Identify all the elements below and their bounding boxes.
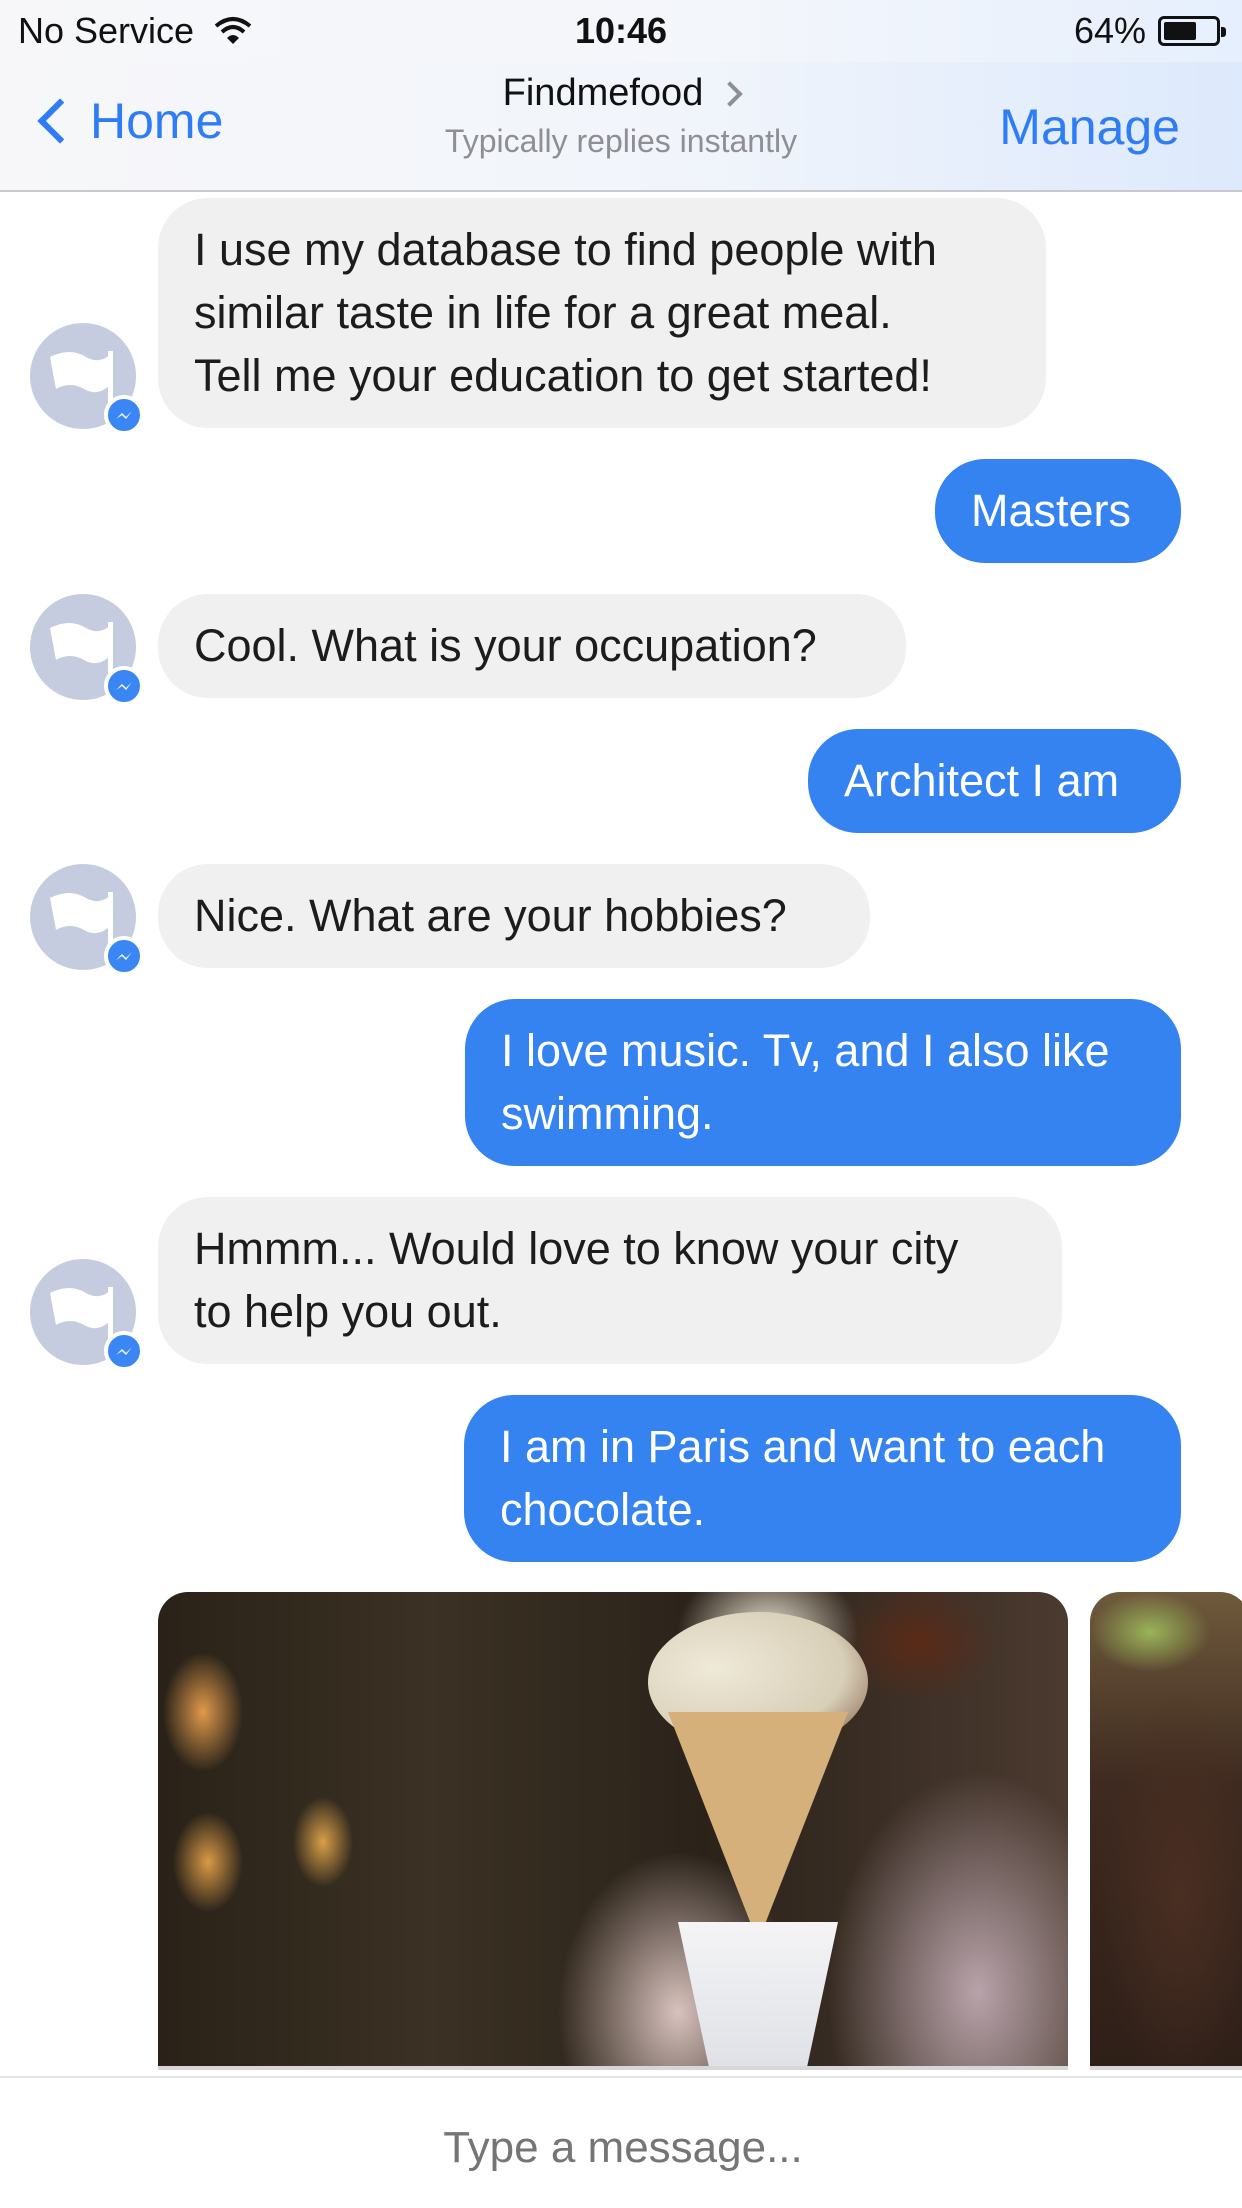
incoming-message: Cool. What is your occupation?: [158, 594, 906, 698]
incoming-message: I use my database to find people with si…: [158, 198, 1046, 428]
bot-avatar[interactable]: [30, 864, 144, 976]
food-photo-card[interactable]: [158, 1592, 1068, 2070]
message-line: to help you out.: [194, 1286, 502, 1337]
bot-avatar[interactable]: [30, 594, 144, 706]
status-bar: No Service 10:46 64%: [0, 0, 1242, 62]
message-line: I love music. Tv, and I also like: [501, 1025, 1110, 1076]
message-line: I use my database to find people with: [194, 224, 937, 275]
bot-avatar[interactable]: [30, 1259, 144, 1371]
bot-avatar[interactable]: [30, 323, 144, 435]
outgoing-message: I am in Paris and want to each chocolate…: [464, 1395, 1181, 1562]
messenger-badge-icon: [104, 666, 144, 706]
message-composer: [0, 2076, 1242, 2208]
food-photo-card[interactable]: [1090, 1592, 1242, 2070]
manage-button[interactable]: Manage: [999, 98, 1180, 156]
message-line: chocolate.: [500, 1484, 706, 1535]
clock: 10:46: [574, 10, 668, 51]
messenger-badge-icon: [104, 1331, 144, 1371]
chevron-right-icon: [717, 80, 744, 107]
conversation-title[interactable]: Findmefood: [502, 72, 744, 115]
incoming-message: Hmmm... Would love to know your city to …: [158, 1197, 1062, 1364]
messenger-badge-icon: [104, 936, 144, 976]
incoming-message: Nice. What are your hobbies?: [158, 864, 870, 968]
outgoing-message: I love music. Tv, and I also like swimmi…: [465, 999, 1181, 1166]
page-title: Findmefood: [502, 72, 704, 114]
outgoing-message: Architect I am: [808, 729, 1181, 833]
message-line: I am in Paris and want to each: [500, 1421, 1106, 1472]
message-line: Architect I am: [844, 755, 1120, 806]
messenger-badge-icon: [104, 395, 144, 435]
message-line: swimming.: [501, 1088, 714, 1139]
message-line: Hmmm... Would love to know your city: [194, 1223, 959, 1274]
battery-percent: 64%: [1073, 10, 1146, 51]
battery-icon: [1158, 16, 1226, 46]
message-line: similar taste in life for a great meal.: [194, 287, 892, 338]
outgoing-message: Masters: [935, 459, 1181, 563]
message-line: Masters: [971, 485, 1132, 536]
message-line: Nice. What are your hobbies?: [194, 890, 787, 941]
message-line: Cool. What is your occupation?: [194, 620, 817, 671]
message-line: Tell me your education to get started!: [194, 350, 932, 401]
message-input[interactable]: [0, 2122, 1242, 2174]
navigation-bar: Home Findmefood Typically replies instan…: [0, 62, 1242, 192]
